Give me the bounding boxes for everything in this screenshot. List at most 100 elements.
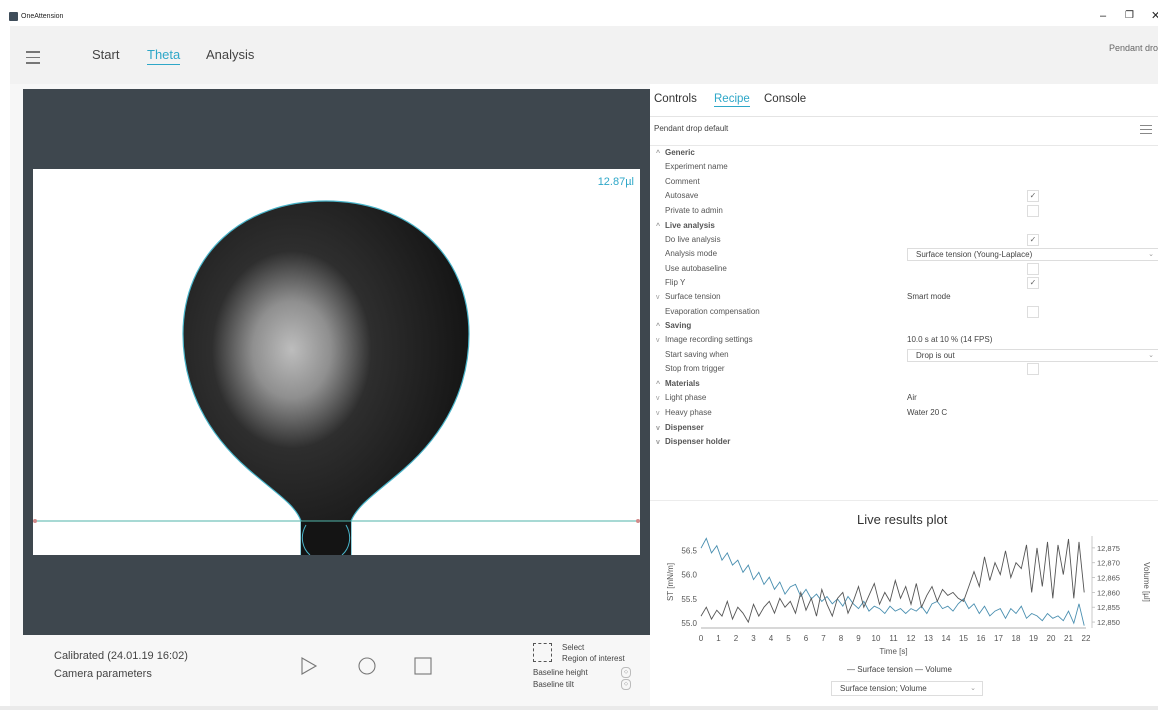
recipe-name: Pendant drop default (654, 124, 729, 133)
chevron-up-icon: ^ (656, 323, 661, 330)
use-autobaseline-checkbox[interactable] (1027, 263, 1039, 275)
y2-tick-label: 12,870 (1097, 559, 1120, 568)
chevron-up-icon: ^ (656, 381, 661, 388)
section-live-analysis[interactable]: ^ Live analysis (656, 221, 715, 230)
tab-start[interactable]: Start (92, 47, 119, 62)
experiment-name-label: Experiment name (665, 162, 728, 171)
analysis-mode-dropdown[interactable]: Surface tension (Young-Laplace) ⌄ (907, 248, 1158, 261)
flip-y-label: Flip Y (665, 278, 686, 287)
x-tick-label: 4 (769, 634, 774, 643)
close-button[interactable]: ✕ (1151, 10, 1158, 22)
series-line-surface-tension (700, 537, 1085, 626)
plot-series-select[interactable]: Surface tension; Volume ⌄ (831, 681, 983, 696)
surface-tension-row[interactable]: v Surface tension (656, 292, 721, 301)
image-recording-row[interactable]: v Image recording settings (656, 335, 753, 344)
autosave-checkbox[interactable]: ✓ (1027, 190, 1039, 202)
y-axis-label: ST [mN/m] (666, 563, 675, 601)
roi-select-icon[interactable] (533, 643, 552, 662)
y2-axis-label: Volume [µl] (1142, 562, 1151, 602)
y2-tick-label: 12,860 (1097, 588, 1120, 597)
tab-theta[interactable]: Theta (147, 47, 181, 65)
recipe-menu-icon[interactable] (1140, 125, 1152, 137)
chevron-down-icon: v (656, 425, 660, 432)
section-generic-label: Generic (665, 148, 695, 157)
section-dispenser-holder[interactable]: v Dispenser holder (656, 437, 730, 446)
chevron-down-icon: v (656, 294, 660, 301)
stop-from-trigger-checkbox[interactable] (1027, 363, 1039, 375)
heavy-phase-row[interactable]: v Heavy phase (656, 408, 712, 417)
x-tick-label: 18 (1012, 634, 1021, 643)
start-saving-dropdown[interactable]: Drop is out ⌄ (907, 349, 1158, 362)
y2-tick-label: 12,855 (1097, 603, 1120, 612)
section-generic[interactable]: ^ Generic (656, 148, 695, 157)
flip-y-checkbox[interactable]: ✓ (1027, 277, 1039, 289)
baseline-tilt-stepper[interactable]: ◇ (621, 679, 631, 690)
start-saving-value: Drop is out (916, 351, 955, 360)
analysis-mode-value: Surface tension (Young-Laplace) (916, 250, 1033, 259)
x-tick-label: 20 (1047, 634, 1056, 643)
heavy-phase-value: Water 20 C (907, 408, 948, 417)
hamburger-menu-icon[interactable] (26, 51, 40, 68)
baseline-tilt-label: Baseline tilt (533, 680, 574, 689)
minimize-button[interactable]: – (1100, 10, 1106, 22)
do-live-analysis-label: Do live analysis (665, 235, 721, 244)
play-icon[interactable] (300, 656, 318, 676)
baseline-height-label: Baseline height (533, 668, 588, 677)
chevron-up-icon: ^ (656, 150, 661, 157)
x-tick-label: 17 (994, 634, 1003, 643)
y2-tick-label: 12,875 (1097, 544, 1120, 553)
x-tick-label: 19 (1029, 634, 1038, 643)
chevron-down-icon: v (656, 395, 660, 402)
private-to-admin-checkbox[interactable] (1027, 205, 1039, 217)
section-materials[interactable]: ^ Materials (656, 379, 700, 388)
do-live-analysis-checkbox[interactable]: ✓ (1027, 234, 1039, 246)
section-saving[interactable]: ^ Saving (656, 321, 691, 330)
x-tick-label: 7 (821, 634, 826, 643)
camera-image[interactable]: 12.87µl (33, 169, 640, 555)
chevron-down-icon: ⌄ (1148, 352, 1154, 359)
plot-title: Live results plot (857, 512, 948, 527)
light-phase-row[interactable]: v Light phase (656, 393, 706, 402)
app-title: OneAttension (21, 13, 64, 20)
x-tick-label: 10 (872, 634, 881, 643)
heavy-phase-label: Heavy phase (665, 408, 712, 417)
evaporation-compensation-checkbox[interactable] (1027, 306, 1039, 318)
y2-tick-label: 12,850 (1097, 618, 1120, 627)
tab-console[interactable]: Console (764, 93, 806, 105)
drop-image (33, 200, 640, 555)
x-axis-label: Time [s] (879, 647, 907, 656)
use-autobaseline-label: Use autobaseline (665, 264, 727, 273)
tab-recipe[interactable]: Recipe (714, 93, 750, 107)
maximize-button[interactable]: ❐ (1125, 10, 1134, 22)
app-icon (9, 12, 18, 21)
x-tick-label: 5 (786, 634, 791, 643)
x-tick-label: 16 (977, 634, 986, 643)
baseline-height-stepper[interactable]: ◇ (621, 667, 631, 678)
bottom-bar (0, 706, 1158, 710)
roi-label-line1: Select (562, 643, 585, 652)
image-recording-label: Image recording settings (665, 335, 753, 344)
surface-tension-value: Smart mode (907, 292, 951, 301)
analysis-mode-label: Analysis mode (665, 249, 718, 258)
roi-label[interactable]: Select Region of interest (562, 642, 625, 664)
camera-parameters-link[interactable]: Camera parameters (54, 668, 152, 680)
y2-tick-label: 12,865 (1097, 574, 1120, 583)
tab-controls[interactable]: Controls (654, 93, 697, 105)
series-line-volume (700, 538, 1085, 624)
section-materials-label: Materials (665, 379, 700, 388)
live-results-plot[interactable]: 0 1 2 3 4 5 6 7 8 9 10 11 12 13 14 15 16 17 18 19 20 21 2255.0… (652, 528, 1152, 660)
light-phase-value: Air (907, 393, 917, 402)
title-bar: OneAttension – ❐ ✕ (0, 0, 1158, 26)
x-tick-label: 3 (751, 634, 756, 643)
section-dispenser-holder-label: Dispenser holder (665, 437, 731, 446)
record-icon[interactable] (357, 656, 377, 676)
stop-icon[interactable] (413, 656, 433, 676)
comment-label: Comment (665, 177, 700, 186)
stop-from-trigger-label: Stop from trigger (665, 364, 725, 373)
light-phase-label: Light phase (665, 393, 707, 402)
section-dispenser-label: Dispenser (665, 423, 704, 432)
x-tick-label: 15 (959, 634, 968, 643)
x-tick-label: 11 (889, 634, 898, 643)
tab-analysis[interactable]: Analysis (206, 47, 254, 62)
section-dispenser[interactable]: v Dispenser (656, 423, 704, 432)
